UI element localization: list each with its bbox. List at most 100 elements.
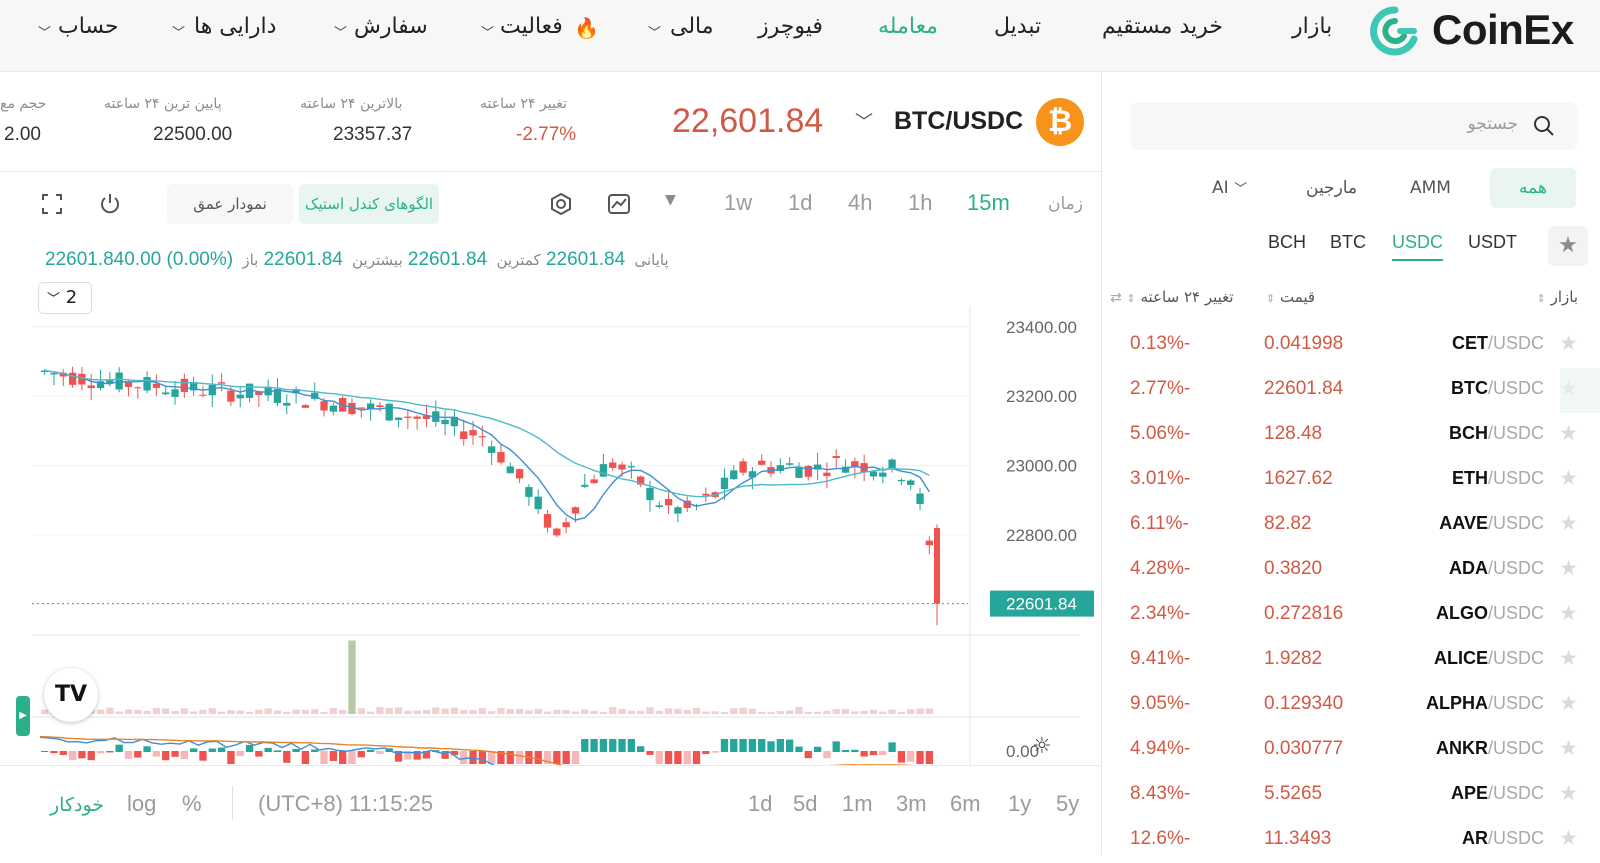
volume-bar xyxy=(888,709,896,714)
market-row[interactable]: 2.77%- 22601.84 BTC/USDC ★ xyxy=(1102,368,1600,413)
auto-toggle[interactable]: خودکار xyxy=(50,794,104,817)
chevron-down-icon: ﹀ xyxy=(38,26,52,41)
market-row[interactable]: 9.05%- 0.129340 ALPHA/USDC ★ xyxy=(1102,683,1600,728)
logo-text[interactable]: CoinEx xyxy=(1432,6,1574,54)
volume-bar xyxy=(683,710,691,714)
star-icon[interactable]: ★ xyxy=(1559,556,1578,580)
nav-direct-buy[interactable]: خرید مستقیم xyxy=(1102,14,1223,39)
nav-assets[interactable]: دارایی ها xyxy=(194,14,276,39)
market-row[interactable]: 4.28%- 0.3820 ADA/USDC ★ xyxy=(1102,548,1600,593)
quote-bch[interactable]: BCH xyxy=(1268,232,1306,253)
market-row[interactable]: 4.94%- 0.030777 ANKR/USDC ★ xyxy=(1102,728,1600,773)
range-5d[interactable]: 5d xyxy=(793,791,817,817)
row-change: 4.94%- xyxy=(1130,738,1191,759)
interval-1h[interactable]: 1h xyxy=(908,190,932,216)
category-ai[interactable]: ﹀ AI xyxy=(1212,178,1247,198)
caret-down-icon[interactable]: ▼ xyxy=(665,192,676,208)
star-icon[interactable]: ★ xyxy=(1559,736,1578,760)
interval-15m[interactable]: 15m xyxy=(967,190,1010,216)
market-row[interactable]: 12.6%- 11.3493 AR/USDC ★ xyxy=(1102,818,1600,863)
nav-account[interactable]: حساب xyxy=(58,14,119,39)
market-row[interactable]: 5.06%- 128.48 BCH/USDC ★ xyxy=(1102,413,1600,458)
star-icon[interactable]: ★ xyxy=(1559,421,1578,445)
favorites-star-icon[interactable]: ★ xyxy=(1548,226,1588,266)
nav-convert[interactable]: تبدیل xyxy=(994,14,1041,39)
volume-bar xyxy=(245,711,254,714)
row-quote: /USDC xyxy=(1487,603,1544,623)
header-change[interactable]: تغییر ۲۴ ساعته ⇕ ⇄ xyxy=(1110,288,1234,306)
star-icon[interactable]: ★ xyxy=(1559,601,1578,625)
market-row[interactable]: 0.13%- 0.041998 CET/USDC ★ xyxy=(1102,323,1600,368)
quote-usdt[interactable]: USDT xyxy=(1468,232,1517,253)
market-row[interactable]: 2.34%- 0.272816 ALGO/USDC ★ xyxy=(1102,593,1600,638)
coinex-logo-icon[interactable] xyxy=(1370,6,1420,56)
range-6m[interactable]: 6m xyxy=(950,791,981,817)
header-price[interactable]: قیمت ⇕ xyxy=(1266,288,1315,306)
utc-clock: (UTC+8) 11:15:25 xyxy=(258,791,434,816)
chevron-down-icon[interactable]: ﹀ xyxy=(855,108,873,134)
nav-futures[interactable]: فیوچرز xyxy=(758,14,823,39)
volume-bar xyxy=(525,710,533,714)
search-input[interactable]: جستجو xyxy=(1130,102,1578,150)
fullscreen-icon[interactable] xyxy=(40,192,64,216)
star-icon[interactable]: ★ xyxy=(1559,691,1578,715)
depth-chart-button[interactable]: نمودار عمق xyxy=(167,184,293,224)
chevron-down-icon: ﹀ xyxy=(334,26,348,41)
nav-market[interactable]: بازار xyxy=(1292,14,1332,39)
interval-1w[interactable]: 1w xyxy=(724,190,752,216)
close-label: پایانی xyxy=(634,252,669,269)
category-amm[interactable]: AMM xyxy=(1410,178,1451,198)
volume-bar xyxy=(776,711,784,714)
range-3m[interactable]: 3m xyxy=(896,791,927,817)
macd-bar xyxy=(320,751,328,764)
nav-activity[interactable]: فعالیت xyxy=(500,14,563,39)
candle-patterns-button[interactable]: الگوهای کندل استیک xyxy=(299,184,439,224)
nav-finance[interactable]: مالی xyxy=(670,14,714,39)
range-5y[interactable]: 5y xyxy=(1056,791,1079,817)
range-1m[interactable]: 1m xyxy=(842,791,873,817)
pair-name[interactable]: BTC/USDC xyxy=(894,107,1023,136)
category-all[interactable]: همه xyxy=(1490,168,1576,208)
category-margin[interactable]: مارجین xyxy=(1306,178,1357,198)
candle-body xyxy=(68,372,77,385)
power-icon[interactable] xyxy=(98,192,122,216)
indicator-icon[interactable] xyxy=(607,192,631,216)
star-icon[interactable]: ★ xyxy=(1559,826,1578,850)
interval-4h[interactable]: 4h xyxy=(848,190,872,216)
star-icon[interactable]: ★ xyxy=(1559,331,1578,355)
panel-handle[interactable]: ▶ xyxy=(16,696,30,736)
macd-panel xyxy=(39,735,933,765)
nav-orders[interactable]: سفارش xyxy=(354,14,428,39)
star-icon[interactable]: ★ xyxy=(1559,511,1578,535)
star-icon[interactable]: ★ xyxy=(1559,376,1578,400)
range-1y[interactable]: 1y xyxy=(1008,791,1031,817)
market-row[interactable]: 9.41%- 1.9282 ALICE/USDC ★ xyxy=(1102,638,1600,683)
change-value: -2.77% xyxy=(516,124,577,145)
sun-icon[interactable]: ☼ xyxy=(1032,734,1052,759)
macd-bar xyxy=(255,751,263,757)
tradingview-logo-icon[interactable]: TV xyxy=(44,668,98,722)
macd-bar xyxy=(87,751,95,761)
market-row[interactable]: 3.01%- 1627.62 ETH/USDC ★ xyxy=(1102,458,1600,503)
nav-trade[interactable]: معامله xyxy=(878,14,938,39)
volume-bar xyxy=(311,709,319,714)
star-icon[interactable]: ★ xyxy=(1559,466,1578,490)
interval-1d[interactable]: 1d xyxy=(788,190,812,216)
candle-body xyxy=(581,484,589,487)
macd-bar xyxy=(506,751,514,764)
star-icon[interactable]: ★ xyxy=(1559,781,1578,805)
settings-icon[interactable] xyxy=(549,192,573,216)
star-icon[interactable]: ★ xyxy=(1559,646,1578,670)
log-toggle[interactable]: log xyxy=(127,791,156,817)
range-1d[interactable]: 1d xyxy=(748,791,772,817)
market-row[interactable]: 8.43%- 5.5265 APE/USDC ★ xyxy=(1102,773,1600,818)
row-base: ETH xyxy=(1451,468,1488,488)
indicator-toggle[interactable]: ﹀ 2 xyxy=(38,282,92,314)
market-row[interactable]: 6.11%- 82.82 AAVE/USDC ★ xyxy=(1102,503,1600,548)
quote-usdc[interactable]: USDC xyxy=(1392,232,1444,261)
quote-btc[interactable]: BTC xyxy=(1330,232,1366,253)
price-chart[interactable]: 23400.00 23200.00 23000.00 22800.00 22601.84… xyxy=(0,236,1102,765)
percent-toggle[interactable]: % xyxy=(182,791,202,817)
header-market[interactable]: بازار ⇕ xyxy=(1537,288,1578,306)
volume-bar xyxy=(702,711,710,714)
